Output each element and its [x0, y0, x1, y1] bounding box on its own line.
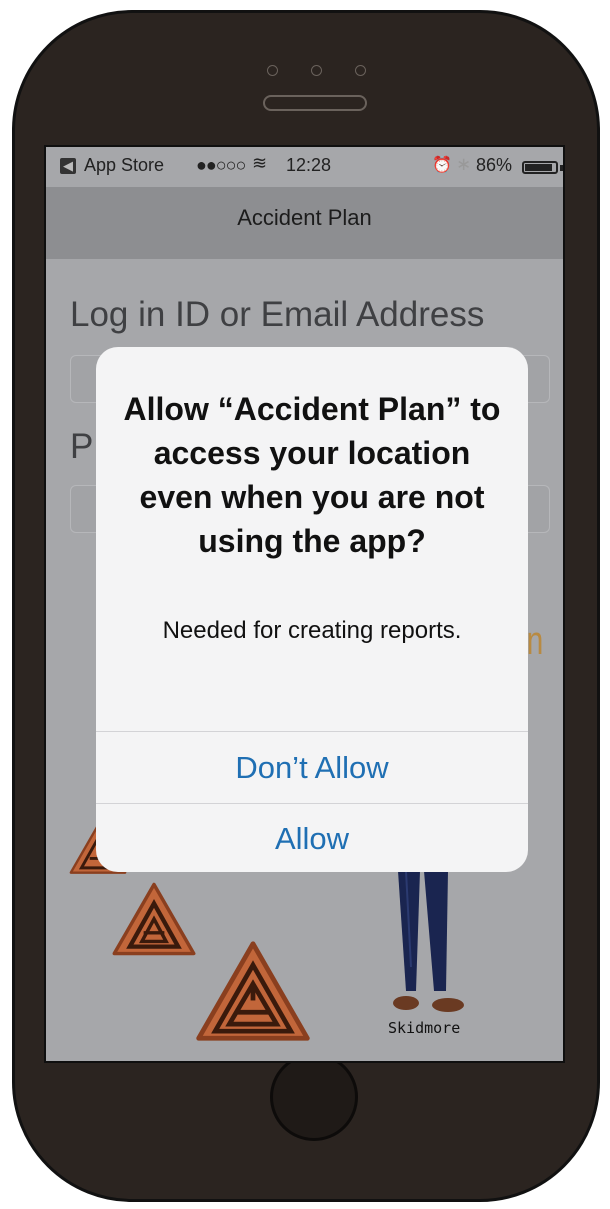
signal-strength-icon: ●●○○○ — [196, 155, 246, 175]
alert-title: Allow “Accident Plan” to access your loc… — [123, 391, 501, 559]
location-permission-alert: Allow “Accident Plan” to access your loc… — [96, 347, 528, 872]
home-button[interactable] — [270, 1053, 358, 1141]
camera-icon — [267, 65, 278, 76]
allow-button[interactable]: Allow — [96, 804, 528, 872]
battery-icon — [522, 161, 558, 174]
status-bar: ◀ App Store ●●○○○ ≋ 12:28 ⏰ ∗ 86% — [46, 147, 563, 187]
alert-message: Needed for creating reports. — [162, 617, 462, 644]
battery-tip — [560, 165, 563, 171]
password-label: P — [70, 427, 94, 466]
bluetooth-icon: ∗ — [456, 154, 472, 174]
back-to-app-icon[interactable]: ◀ — [60, 158, 76, 174]
wifi-icon: ≋ — [252, 153, 268, 173]
battery-percent: 86% — [476, 155, 513, 175]
screen: ◀ App Store ●●○○○ ≋ 12:28 ⏰ ∗ 86% Accide… — [44, 145, 565, 1063]
page-title: Accident Plan — [237, 205, 372, 230]
warning-triangle-icon — [196, 941, 310, 1041]
login-id-label: Log in ID or Email Address — [70, 295, 485, 334]
navigation-bar: Accident Plan — [46, 187, 563, 259]
sensor-icon — [311, 65, 322, 76]
alert-divider — [96, 731, 528, 732]
back-app-label[interactable]: App Store — [84, 155, 164, 176]
dont-allow-button[interactable]: Don’t Allow — [96, 733, 528, 803]
speaker-grille — [263, 95, 367, 111]
alarm-icon: ⏰ — [432, 157, 452, 174]
status-time: 12:28 — [286, 155, 332, 175]
skidmore-label: Skidmore — [388, 1019, 461, 1037]
warning-triangle-icon — [112, 882, 196, 956]
skidmore-figure — [393, 871, 464, 1012]
sensor-icon — [355, 65, 366, 76]
